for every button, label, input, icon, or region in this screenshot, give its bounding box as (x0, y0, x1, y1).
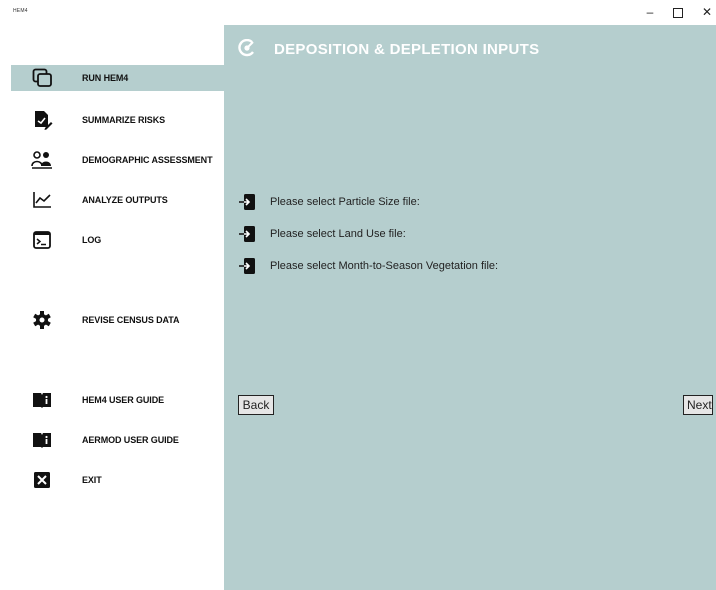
file-edit-icon (35, 111, 53, 130)
header-logo-icon (238, 39, 254, 57)
file-prompt-label: Please select Month-to-Season Vegetation… (270, 260, 499, 272)
sidebar-item-label: RUN HEM4 (82, 73, 129, 83)
sidebar-item-label: REVISE CENSUS DATA (82, 315, 180, 325)
title-bar: HEM4 – ✕ (0, 0, 716, 25)
sidebar-item-aermod-user-guide[interactable]: AERMOD USER GUIDE (11, 427, 224, 453)
sidebar-item-demographic-assessment[interactable]: DEMOGRAPHIC ASSESSMENT (11, 147, 224, 173)
page-title: DEPOSITION & DEPLETION INPUTS (274, 41, 540, 58)
copy-icon (32, 68, 52, 87)
sidebar-item-label: ANALYZE OUTPUTS (82, 195, 168, 205)
sidebar-item-label: LOG (82, 235, 102, 245)
app-title: HEM4 (13, 8, 28, 14)
line-chart-icon (33, 192, 51, 208)
land-use-file-selector[interactable]: Please select Land Use file: (238, 224, 638, 244)
sidebar-item-hem4-user-guide[interactable]: HEM4 USER GUIDE (11, 387, 224, 413)
file-import-icon (239, 226, 255, 242)
main-panel: DEPOSITION & DEPLETION INPUTS Please sel… (224, 25, 716, 590)
close-box-icon (34, 472, 50, 488)
sidebar-item-label: EXIT (82, 475, 102, 485)
particle-size-file-selector[interactable]: Please select Particle Size file: (238, 192, 638, 212)
sidebar-item-label: SUMMARIZE RISKS (82, 115, 166, 125)
file-prompt-label: Please select Particle Size file: (270, 196, 420, 208)
people-icon (31, 151, 52, 169)
sidebar-item-run-hem4[interactable]: RUN HEM4 (11, 65, 224, 91)
back-button[interactable]: Back (238, 395, 274, 415)
book-info-icon (33, 393, 51, 408)
sidebar-item-analyze-outputs[interactable]: ANALYZE OUTPUTS (11, 187, 224, 213)
maximize-icon (673, 8, 683, 18)
sidebar-item-label: AERMOD USER GUIDE (82, 435, 179, 445)
book-info-icon (33, 433, 51, 448)
sidebar-item-label: HEM4 USER GUIDE (82, 395, 165, 405)
sidebar-item-revise-census-data[interactable]: REVISE CENSUS DATA (11, 307, 224, 333)
file-prompt-label: Please select Land Use file: (270, 228, 406, 240)
sidebar-item-exit[interactable]: EXIT (11, 467, 224, 493)
sidebar-item-label: DEMOGRAPHIC ASSESSMENT (82, 155, 213, 165)
sidebar-item-log[interactable]: LOG (11, 227, 224, 253)
vegetation-file-selector[interactable]: Please select Month-to-Season Vegetation… (238, 256, 638, 276)
minimize-button[interactable]: – (640, 4, 660, 20)
terminal-icon (33, 231, 51, 249)
gear-icon (33, 311, 51, 329)
maximize-button[interactable] (668, 4, 688, 20)
file-import-icon (239, 258, 255, 274)
sidebar: RUN HEM4 SUMMARIZE RISKS DEMOGRAPHIC ASS… (0, 25, 224, 590)
file-import-icon (239, 194, 255, 210)
sidebar-item-summarize-risks[interactable]: SUMMARIZE RISKS (11, 107, 224, 133)
close-window-button[interactable]: ✕ (697, 4, 716, 20)
next-button[interactable]: Next (683, 395, 713, 415)
